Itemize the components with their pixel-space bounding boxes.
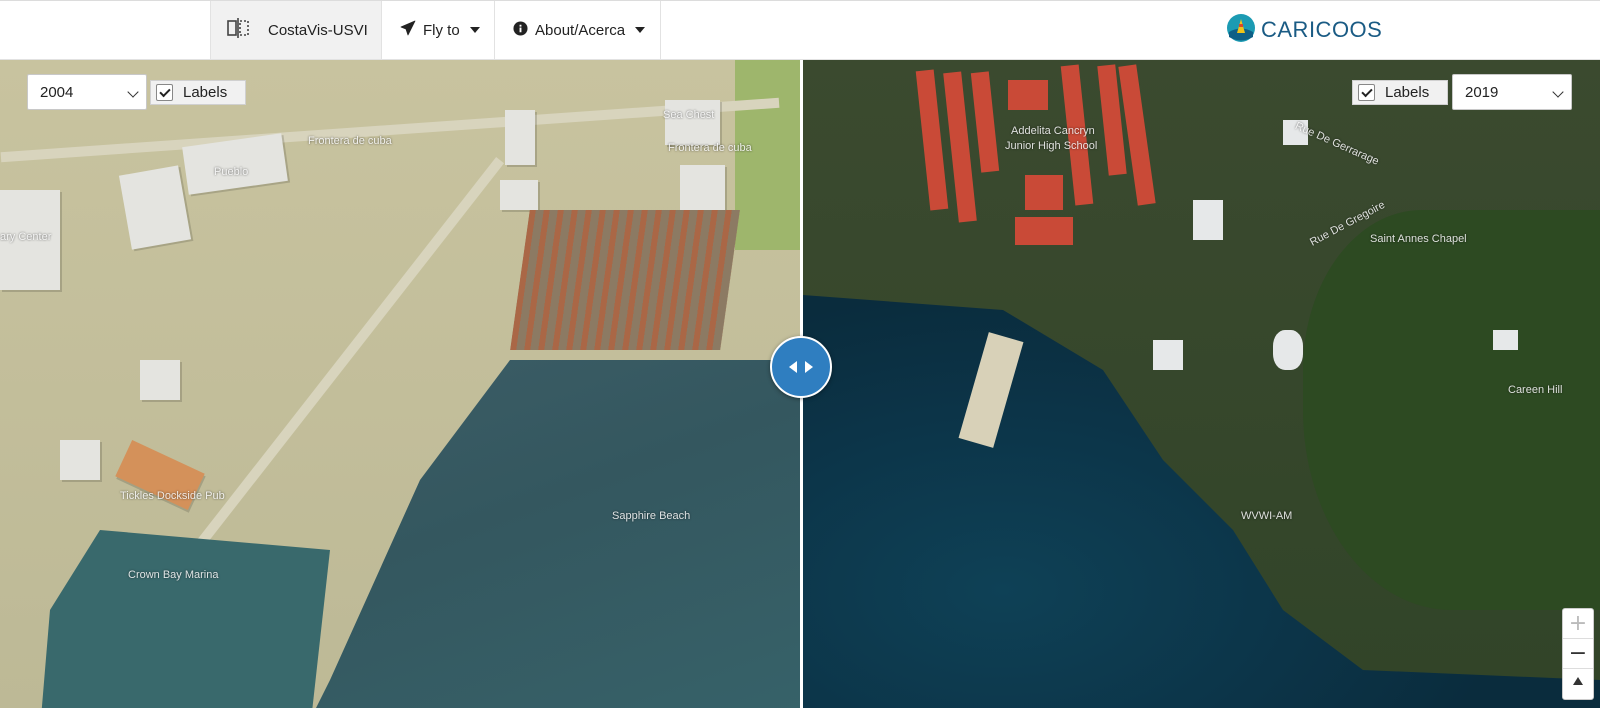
- info-circle-icon: [513, 20, 528, 40]
- harbor-water: [300, 360, 800, 708]
- checkmark-icon: [158, 85, 171, 97]
- logo-text: CARICOOS: [1261, 17, 1383, 42]
- map-label: Pueblo: [214, 166, 249, 178]
- brand-button[interactable]: CostaVis-USVI: [210, 1, 382, 59]
- swipe-handle[interactable]: [770, 336, 832, 398]
- about-label: About/Acerca: [535, 21, 626, 39]
- app-title: CostaVis-USVI: [268, 21, 368, 39]
- compass-button[interactable]: [1563, 669, 1593, 699]
- swipe-map[interactable]: Frontera de cuba Sea Chest Frontera de c…: [0, 60, 1600, 708]
- building: [1193, 200, 1223, 240]
- map-label: WVWI-AM: [1241, 510, 1293, 522]
- caret-down-icon: [635, 27, 646, 33]
- map-label: Saint Annes Chapel: [1370, 233, 1467, 245]
- building: [665, 100, 720, 145]
- building: [1118, 64, 1156, 206]
- caret-down-icon: [469, 27, 480, 33]
- right-labels-checkbox[interactable]: [1358, 84, 1375, 101]
- map-label: Careen Hill: [1508, 384, 1563, 396]
- map-label: Frontera de cuba: [308, 135, 392, 147]
- map-label: Sapphire Beach: [612, 510, 691, 522]
- building: [943, 71, 977, 223]
- zoom-in-button[interactable]: +: [1563, 609, 1593, 639]
- building: [1493, 330, 1518, 350]
- container-rows: [510, 210, 740, 350]
- building: [915, 69, 949, 211]
- left-year-select[interactable]: 2004: [27, 74, 147, 110]
- building: [1025, 175, 1063, 210]
- building: [118, 165, 192, 250]
- right-labels-toggle[interactable]: Labels: [1352, 80, 1448, 105]
- marina-water: [40, 530, 330, 708]
- compass-north-icon: [1573, 677, 1583, 685]
- map-label: Tickles Dockside Pub: [120, 490, 225, 502]
- building: [500, 180, 538, 210]
- map-pane-2004[interactable]: Frontera de cuba Sea Chest Frontera de c…: [0, 60, 800, 708]
- map-label: Crown Bay Marina: [128, 569, 219, 581]
- map-label: Sea Chest: [663, 109, 715, 121]
- map-pane-2019[interactable]: Addelita Cancryn Junior High School Rue …: [803, 60, 1600, 708]
- building: [1273, 330, 1303, 370]
- right-labels-text: Labels: [1385, 84, 1430, 101]
- left-labels-toggle[interactable]: Labels: [150, 80, 246, 105]
- chevron-down-icon: [127, 86, 139, 98]
- map-label: Junior High School: [1005, 140, 1098, 152]
- building: [505, 110, 535, 165]
- left-labels-text: Labels: [183, 84, 228, 101]
- hill-vegetation: [1303, 210, 1600, 610]
- paper-plane-icon: [400, 20, 416, 40]
- caricoos-logo[interactable]: CARICOOS: [1226, 13, 1383, 48]
- caricoos-buoy-logo: [1226, 13, 1256, 48]
- fly-to-label: Fly to: [423, 21, 460, 39]
- top-navbar: CostaVis-USVI Fly to About/Acerca CARICO…: [0, 0, 1600, 60]
- map-label: ary Center: [0, 231, 52, 243]
- building: [970, 71, 1000, 173]
- split-view-icon: [227, 18, 249, 42]
- right-year-value: 2019: [1465, 83, 1499, 101]
- chevron-down-icon: [1552, 86, 1564, 98]
- fly-to-menu[interactable]: Fly to: [382, 1, 495, 59]
- left-labels-checkbox[interactable]: [156, 84, 173, 101]
- left-right-arrows-icon: [789, 361, 813, 373]
- zoom-out-button[interactable]: −: [1563, 639, 1593, 669]
- building: [1015, 217, 1073, 245]
- building: [140, 360, 180, 400]
- grass-field: [735, 60, 800, 250]
- building: [1153, 340, 1183, 370]
- building: [1008, 80, 1048, 110]
- building: [60, 440, 100, 480]
- map-label: Addelita Cancryn: [1011, 125, 1095, 137]
- zoom-control: + −: [1562, 608, 1594, 700]
- about-menu[interactable]: About/Acerca: [495, 1, 661, 59]
- left-year-value: 2004: [40, 83, 74, 101]
- map-label: Frontera de cuba: [668, 142, 752, 154]
- right-year-select[interactable]: 2019: [1452, 74, 1572, 110]
- checkmark-icon: [1360, 85, 1373, 97]
